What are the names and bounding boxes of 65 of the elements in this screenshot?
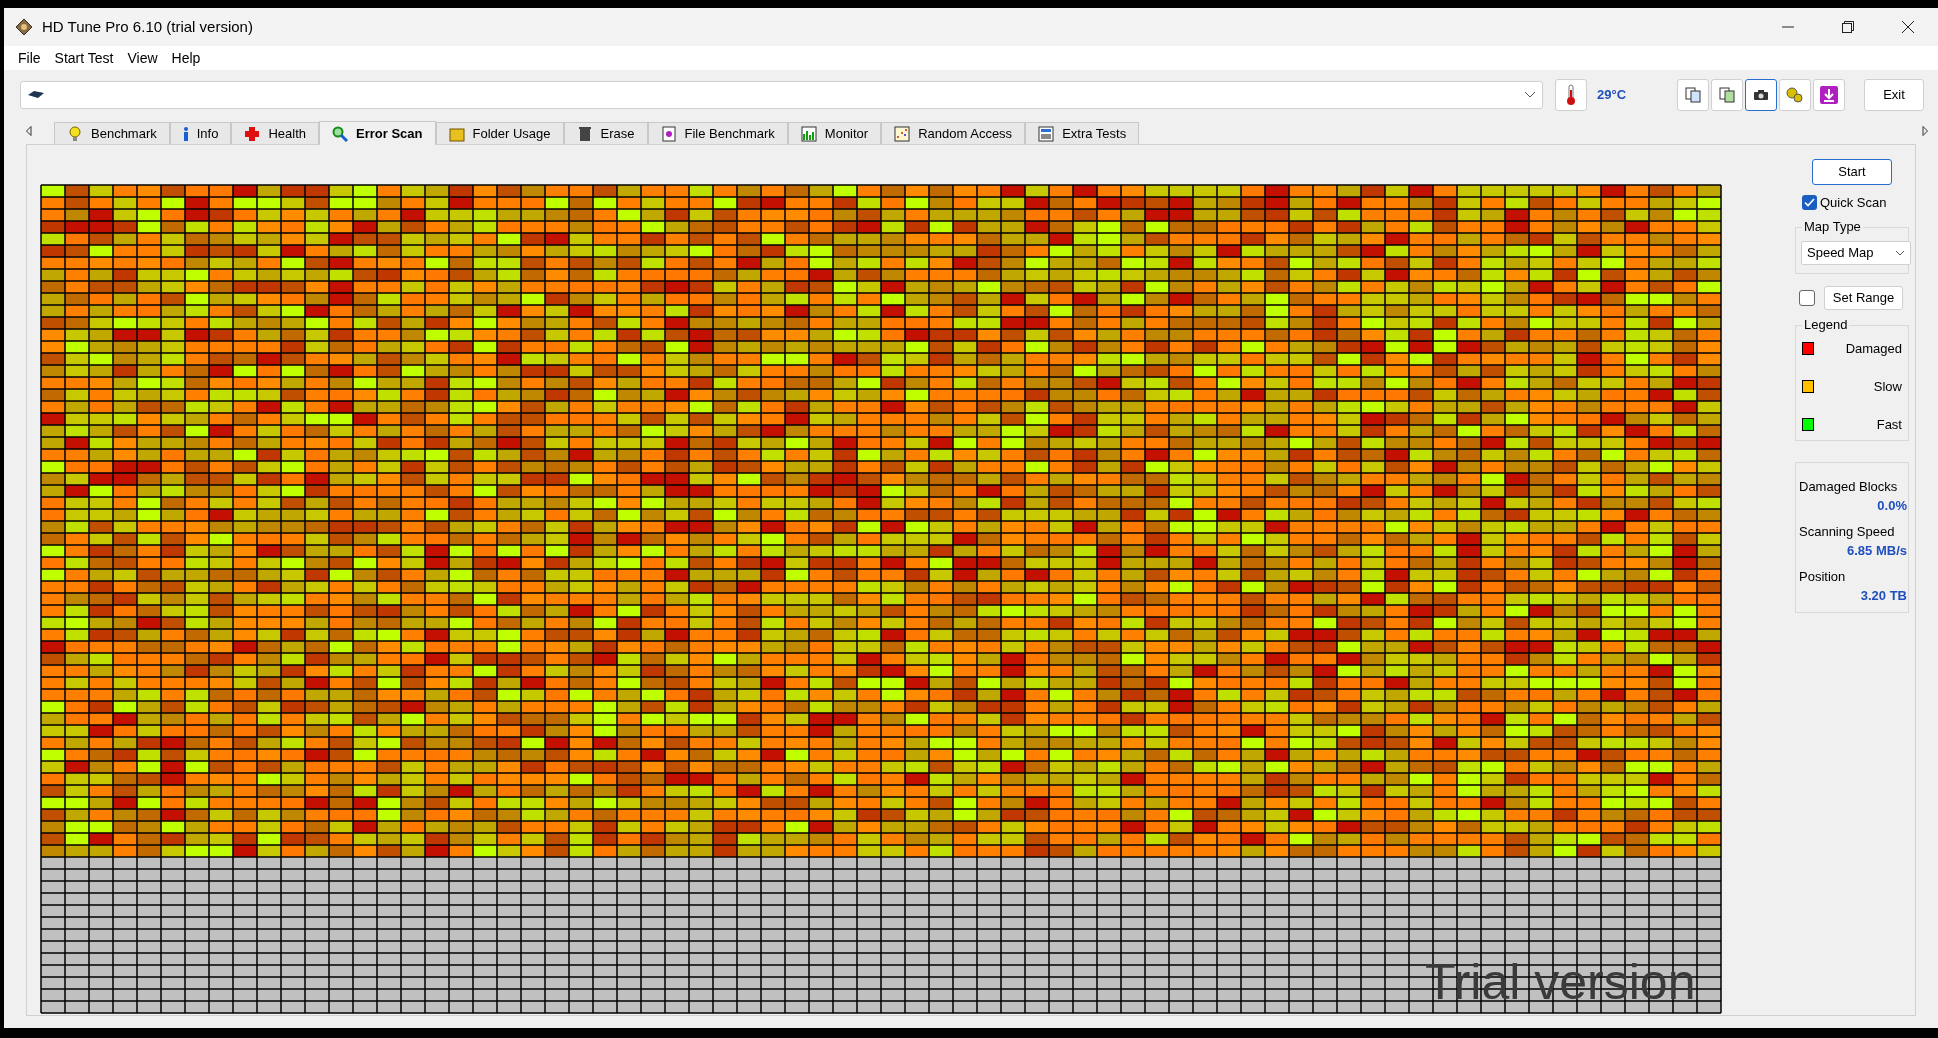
quick-scan-checkbox[interactable]	[1802, 195, 1817, 211]
cross-icon	[244, 125, 261, 142]
legend-title: Legend	[1802, 317, 1850, 331]
download-icon	[1820, 86, 1838, 104]
stat-value: 0.0%	[1877, 497, 1907, 515]
save-button[interactable]	[1813, 79, 1845, 111]
minimize-icon	[1782, 26, 1794, 28]
lightbulb-icon	[67, 125, 83, 142]
menu-item[interactable]: File	[12, 47, 47, 69]
tab[interactable]: Erase	[563, 122, 648, 144]
tab[interactable]: File Benchmark	[647, 122, 788, 144]
stat-label: Position	[1799, 567, 1847, 586]
tab[interactable]: Error Scan	[319, 121, 436, 145]
start-button[interactable]: Start	[1812, 159, 1892, 185]
stat-label: Damaged Blocks	[1799, 477, 1899, 496]
legend-label: Fast	[1876, 415, 1902, 434]
tab[interactable]: Random Access	[881, 122, 1026, 144]
documents-icon	[1685, 87, 1701, 103]
tab[interactable]: Extra Tests	[1025, 122, 1140, 144]
stat-value: 6.85 MB/s	[1847, 542, 1907, 560]
map-type-title: Map Type	[1802, 219, 1863, 233]
menu-item[interactable]: Help	[165, 47, 207, 69]
tab[interactable]: Health	[231, 122, 319, 144]
scroll-right-icon[interactable]	[1922, 126, 1928, 136]
range-checkbox[interactable]	[1799, 289, 1815, 306]
documents-icon	[1719, 87, 1735, 103]
copy-button[interactable]	[1677, 79, 1709, 111]
document-icon	[660, 125, 677, 142]
window-title: HD Tune Pro 6.10 (trial version)	[42, 16, 253, 37]
set-range-button[interactable]: Set Range	[1824, 285, 1903, 310]
trash-icon	[576, 125, 593, 142]
folder-icon	[448, 125, 465, 142]
thermometer-icon	[1566, 84, 1576, 106]
stat-label: Scanning Speed	[1799, 522, 1896, 541]
chevron-down-icon	[1524, 91, 1536, 99]
magnifier-icon	[332, 125, 348, 142]
bar-chart-icon	[800, 125, 817, 142]
tab[interactable]: Info	[169, 122, 232, 144]
close-icon	[1902, 21, 1914, 33]
scroll-left-icon[interactable]	[26, 126, 32, 136]
restore-icon	[1842, 21, 1854, 33]
legend-label: Damaged	[1845, 339, 1902, 358]
info-icon	[182, 125, 189, 142]
copy-all-button[interactable]	[1711, 79, 1743, 111]
camera-icon	[1753, 89, 1769, 101]
tab[interactable]: Folder Usage	[435, 122, 564, 144]
map-type-dropdown[interactable]: Speed Map	[1801, 240, 1911, 265]
chevron-down-icon	[1895, 249, 1905, 256]
legend-label: Slow	[1873, 377, 1902, 396]
calculator-icon	[1038, 125, 1055, 142]
drive-icon	[27, 90, 45, 100]
tab[interactable]: Monitor	[787, 122, 882, 144]
tab[interactable]: Benchmark	[54, 122, 170, 144]
exit-button[interactable]: Exit	[1864, 79, 1924, 111]
gears-icon	[1786, 87, 1804, 103]
stat-value: 3.20 TB	[1860, 587, 1907, 605]
check-icon	[1804, 198, 1815, 208]
scatter-chart-icon	[894, 125, 911, 142]
screenshot-button[interactable]	[1745, 79, 1777, 111]
temperature-reading: 29°C	[1597, 86, 1628, 105]
quick-scan-label: Quick Scan	[1820, 194, 1887, 212]
thermometer-button[interactable]	[1555, 79, 1587, 111]
options-button[interactable]	[1779, 79, 1811, 111]
menu-item[interactable]: Start Test	[48, 47, 120, 69]
menu-item[interactable]: View	[121, 47, 164, 69]
